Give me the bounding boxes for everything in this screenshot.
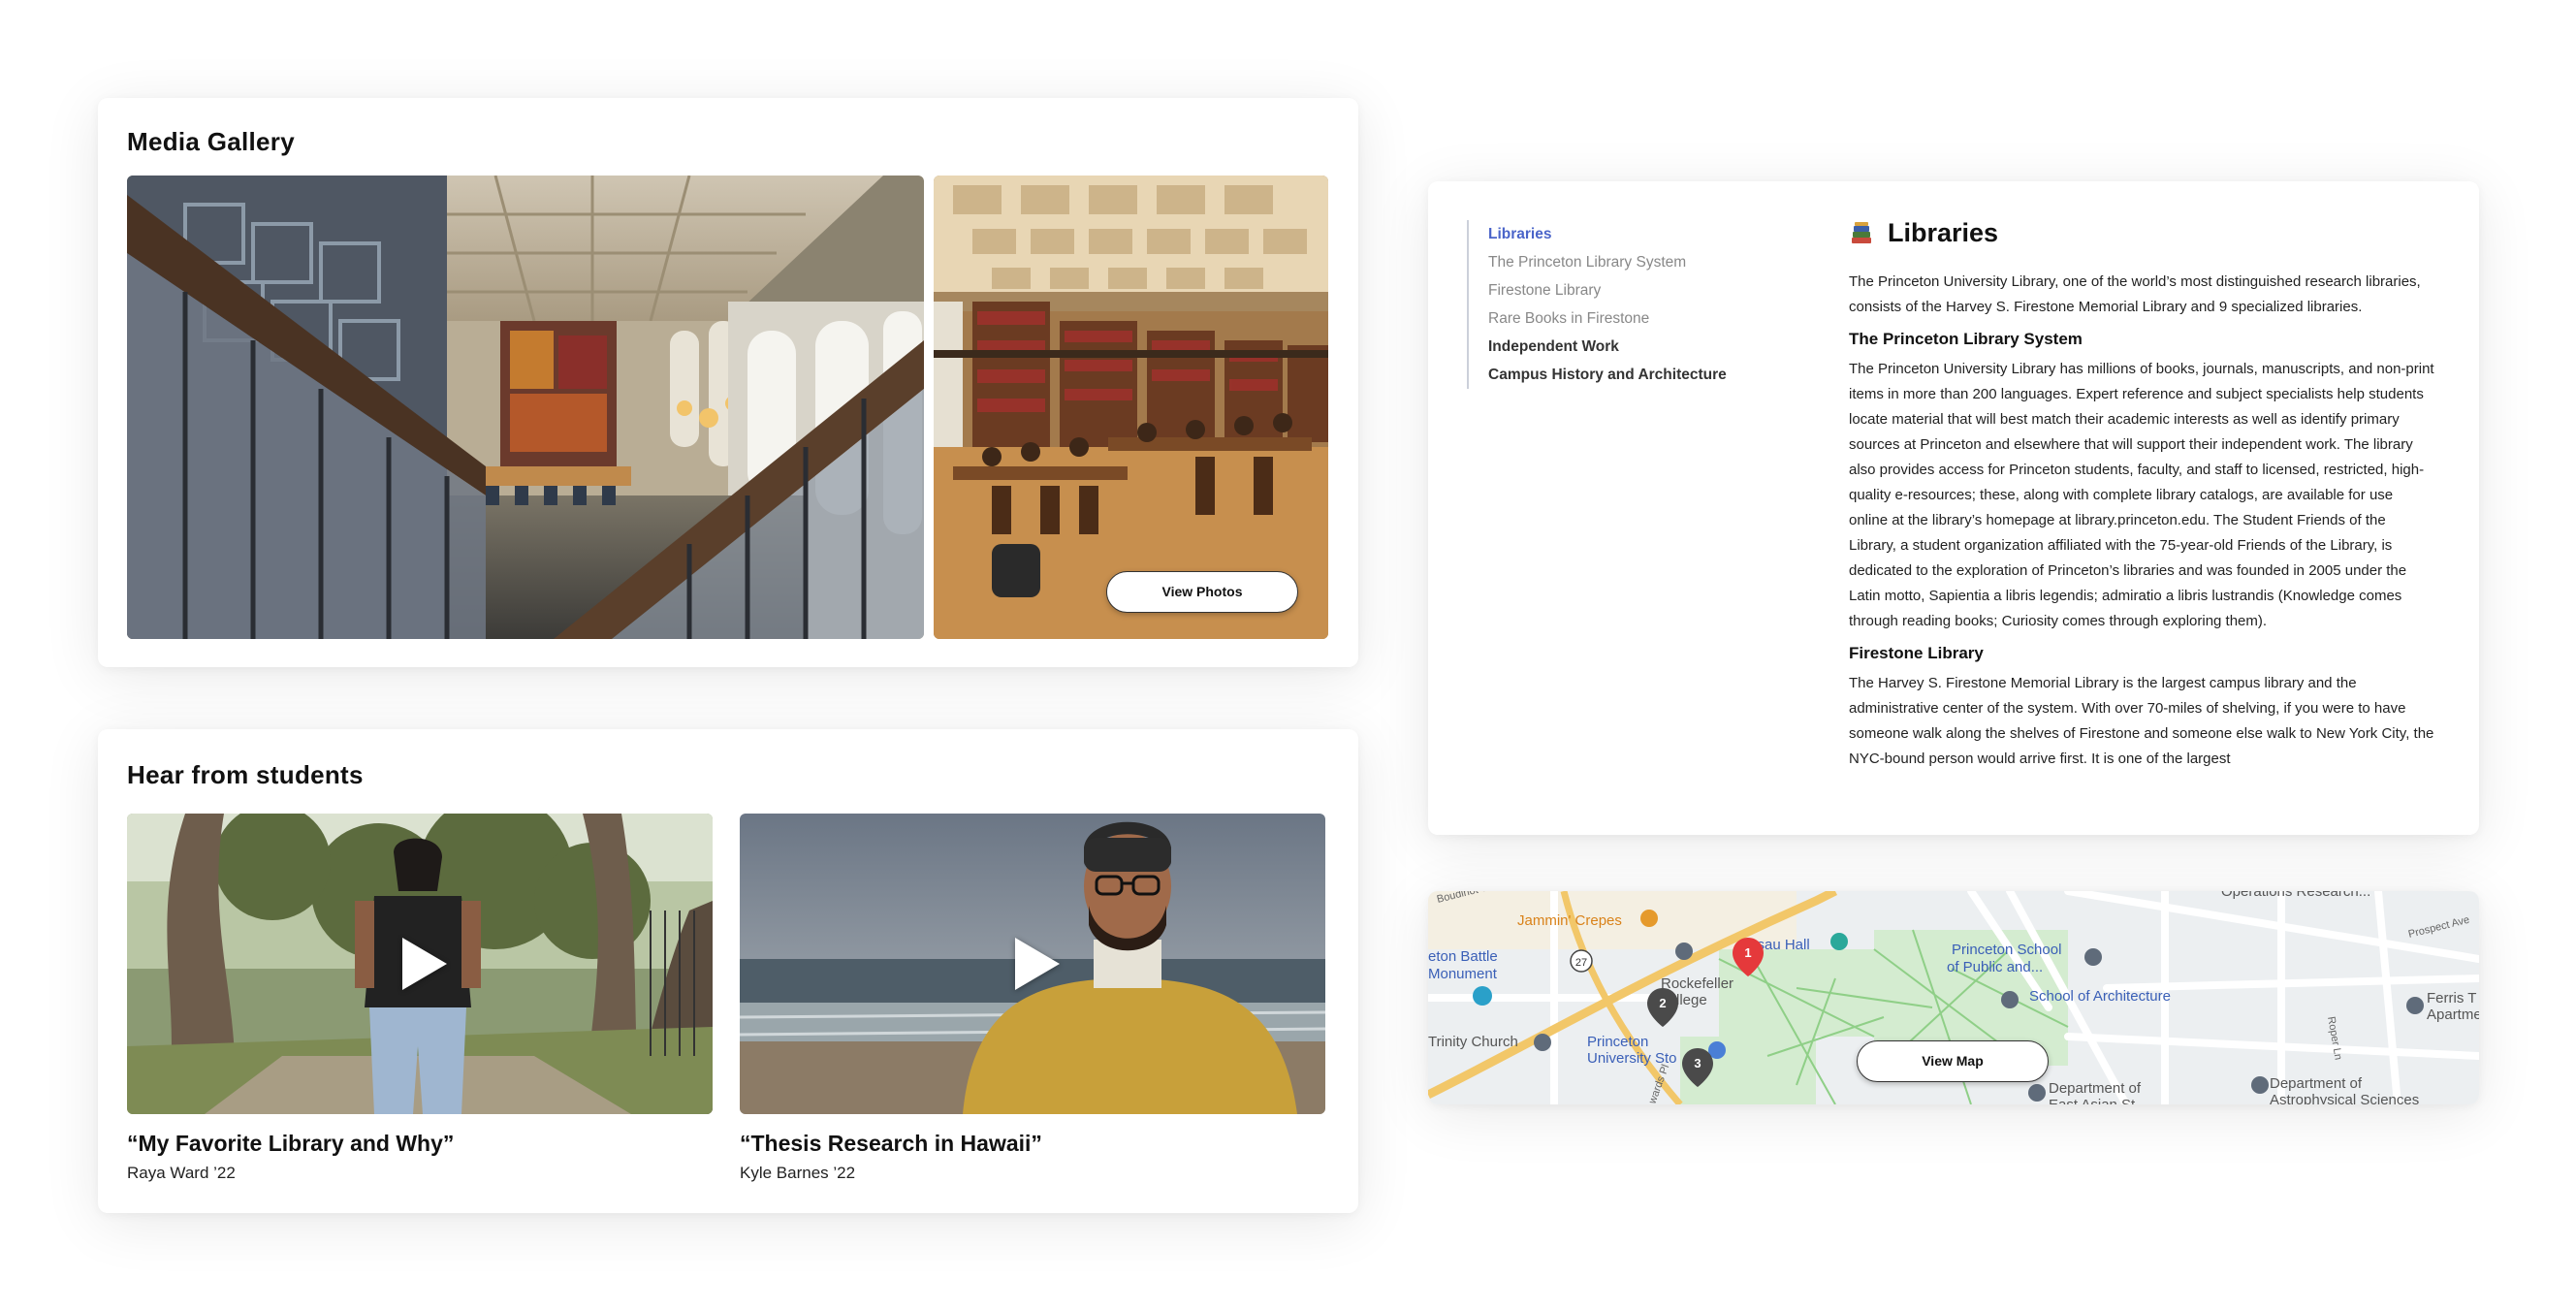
map-label-school[interactable]: Princeton School [1952, 942, 2061, 958]
toc-item-libraries[interactable]: Libraries [1488, 220, 1727, 248]
media-gallery-title: Media Gallery [127, 127, 295, 156]
video-title[interactable]: “My Favorite Library and Why” [127, 1131, 454, 1157]
section-heading: The Princeton Library System [1849, 330, 2083, 348]
map-label-public[interactable]: of Public and... [1947, 959, 2043, 975]
books-icon [1852, 221, 1871, 243]
media-gallery-card: Media Gallery View Photos [98, 98, 1358, 667]
toc-item-independent-work[interactable]: Independent Work [1488, 333, 1727, 361]
map-label-jammin[interactable]: Jammin' Crepes [1517, 912, 1622, 929]
map-label-department-astro[interactable]: Department of [2270, 1075, 2363, 1092]
video-thumbnail-thesis-research[interactable] [740, 814, 1325, 1114]
map-label-monument[interactable]: Monument [1428, 966, 1498, 982]
campus-map-card[interactable]: 27 Jammin' Crepes eton Battle Monument s… [1428, 891, 2479, 1104]
video-author: Kyle Barnes ’22 [740, 1164, 856, 1182]
library-staircase-photo[interactable] [127, 176, 924, 639]
video-thumbnail-favorite-library[interactable] [127, 814, 713, 1114]
libraries-article-card: Libraries The Princeton Library System F… [1428, 181, 2479, 835]
pin-label: 1 [1744, 945, 1751, 960]
map-label-battle[interactable]: eton Battle [1428, 948, 1498, 965]
map-label-store[interactable]: Princeton [1587, 1034, 1648, 1050]
map-label-rockefeller[interactable]: Rockefeller [1661, 975, 1733, 992]
map-label-architecture[interactable]: School of Architecture [2029, 988, 2171, 1005]
section-heading: Firestone Library [1849, 644, 1984, 662]
map-label-college[interactable]: llege [1676, 992, 1707, 1008]
article-body: Libraries The Princeton University Libra… [1849, 218, 2435, 782]
toc-item-firestone[interactable]: Firestone Library [1488, 276, 1727, 304]
map-label-department[interactable]: Department of [2049, 1080, 2142, 1097]
section-paragraph: The Harvey S. Firestone Memorial Library… [1849, 675, 2434, 767]
map-label-astrophysics[interactable]: Astrophysical Sciences [2270, 1092, 2419, 1104]
map-label-east-asian[interactable]: East Asian St [2049, 1097, 2136, 1104]
map-label-apartments[interactable]: Apartme [2427, 1006, 2479, 1023]
students-card: Hear from students “My Favorite Library … [98, 729, 1358, 1213]
toc-item-library-system[interactable]: The Princeton Library System [1488, 248, 1727, 276]
play-icon[interactable] [1015, 938, 1060, 990]
view-map-button[interactable]: View Map [1857, 1040, 2049, 1082]
toc-item-rare-books[interactable]: Rare Books in Firestone [1488, 304, 1727, 333]
toc-item-campus-history[interactable]: Campus History and Architecture [1488, 361, 1727, 389]
students-title: Hear from students [127, 760, 364, 789]
pin-label: 3 [1694, 1056, 1701, 1070]
map-label-trinity[interactable]: Trinity Church [1428, 1034, 1518, 1050]
map-label-operations[interactable]: Operations Research... [2221, 891, 2370, 900]
table-of-contents: Libraries The Princeton Library System F… [1467, 220, 1727, 389]
video-author: Raya Ward ’22 [127, 1164, 236, 1182]
reading-room-photo[interactable]: View Photos [934, 176, 1328, 639]
map-label-ferris[interactable]: Ferris T [2427, 990, 2476, 1006]
view-photos-button[interactable]: View Photos [1106, 571, 1298, 613]
section-paragraph: The Princeton University Library has mil… [1849, 361, 2434, 629]
intro-paragraph: The Princeton University Library, one of… [1849, 273, 2421, 315]
route-number: 27 [1575, 957, 1587, 969]
article-title: Libraries [1888, 218, 1999, 247]
video-title[interactable]: “Thesis Research in Hawaii” [740, 1131, 1042, 1157]
play-icon[interactable] [402, 938, 447, 990]
pin-label: 2 [1659, 996, 1666, 1010]
